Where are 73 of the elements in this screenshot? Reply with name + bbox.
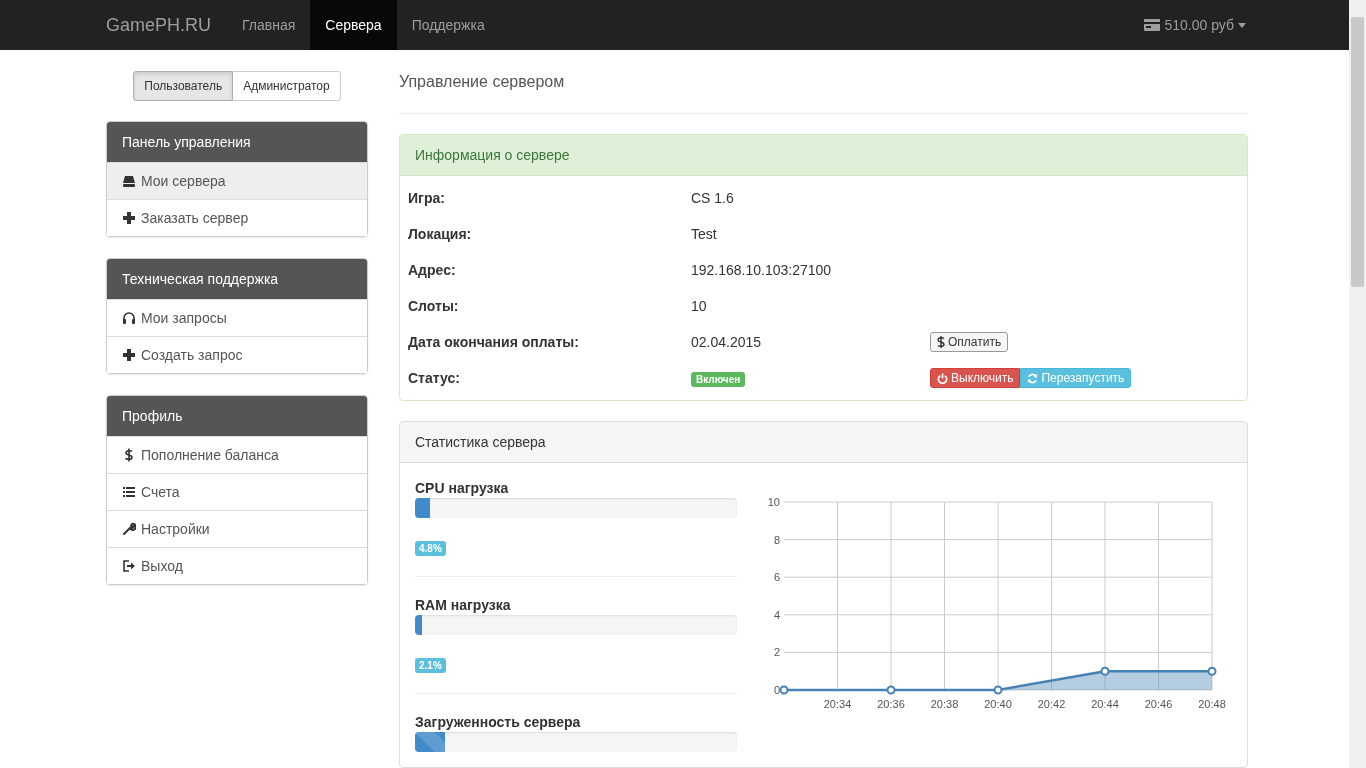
sidebar-item[interactable]: Заказать сервер xyxy=(107,199,367,236)
role-toggle-button[interactable]: Администратор xyxy=(233,71,341,101)
scrollbar[interactable] xyxy=(1349,0,1366,768)
data-point xyxy=(1100,666,1110,676)
plus-icon xyxy=(122,348,136,362)
x-tick-label: 20:48 xyxy=(1198,698,1226,710)
field-label: Локация: xyxy=(408,226,473,242)
y-tick-label: 2 xyxy=(773,646,780,659)
refresh-icon xyxy=(1027,372,1039,384)
meter-label: Загруженность сервера xyxy=(415,714,582,730)
field-label: Дата окончания оплаты: xyxy=(408,334,580,350)
stop-button[interactable]: Выключить xyxy=(930,368,1021,388)
sidebar-item[interactable]: Пополнение баланса xyxy=(107,436,367,473)
field-value: CS 1.6 xyxy=(691,190,734,206)
y-tick-label: 0 xyxy=(773,684,780,696)
data-point xyxy=(1207,666,1217,676)
sidebar-item[interactable]: Счета xyxy=(107,473,367,510)
dollar-icon xyxy=(122,448,136,462)
drive-icon xyxy=(122,174,136,188)
panel-heading: Информация о сервере xyxy=(400,135,1247,176)
caret-icon xyxy=(1238,22,1246,28)
sidebar-item[interactable]: Настройки xyxy=(107,510,367,547)
data-point xyxy=(779,685,789,695)
x-tick-label: 20:46 xyxy=(1144,698,1173,710)
x-tick-label: 20:36 xyxy=(877,698,905,710)
logout-icon xyxy=(122,559,136,573)
x-tick-label: 20:42 xyxy=(1037,698,1066,710)
percent-badge: 4.8% xyxy=(415,541,446,556)
y-tick-label: 4 xyxy=(773,608,780,621)
x-tick-label: 20:38 xyxy=(930,698,959,710)
headphones-icon xyxy=(122,311,136,325)
field-value: 02.04.2015 xyxy=(691,334,762,350)
x-tick-label: 20:34 xyxy=(823,698,852,710)
data-point xyxy=(886,685,896,695)
x-tick-label: 20:44 xyxy=(1091,698,1119,710)
page-title: Управление сервером xyxy=(399,73,1248,114)
plus-icon xyxy=(122,211,136,225)
list-icon xyxy=(122,485,136,499)
pay-button[interactable]: Оплатить xyxy=(930,332,1009,352)
field-value: 192.168.10.103:27100 xyxy=(691,262,832,278)
credit-card-icon xyxy=(1144,19,1161,31)
y-tick-label: 8 xyxy=(773,533,780,546)
nav-link[interactable]: Главная xyxy=(227,0,311,50)
percent-badge: 2.1% xyxy=(415,658,446,673)
status-label: Включен xyxy=(691,372,746,387)
y-tick-label: 10 xyxy=(767,496,780,508)
sidebar-item[interactable]: Выход xyxy=(107,547,367,584)
field-label: Игра: xyxy=(408,190,446,206)
sidebar-item[interactable]: Создать запрос xyxy=(107,336,367,373)
field-label: Статус: xyxy=(408,370,461,386)
sidebar-heading: Панель управления xyxy=(107,122,367,162)
brand-link[interactable]: GamePH.RU xyxy=(106,0,228,50)
power-icon xyxy=(937,372,948,384)
meter-label: CPU нагрузка xyxy=(415,480,510,496)
field-value: 10 xyxy=(691,298,707,314)
sidebar-heading: Профиль xyxy=(107,396,367,436)
sidebar-item[interactable]: Мои сервера xyxy=(107,162,367,199)
x-tick-label: 20:40 xyxy=(984,698,1012,710)
y-tick-label: 6 xyxy=(773,571,780,584)
meter-label: RAM нагрузка xyxy=(415,597,512,613)
nav-link[interactable]: Поддержка xyxy=(396,0,500,50)
field-label: Адрес: xyxy=(408,262,457,278)
data-point xyxy=(993,685,1003,695)
field-label: Слоты: xyxy=(408,298,460,314)
nav-link[interactable]: Сервера xyxy=(310,0,397,50)
panel-heading: Статистика сервера xyxy=(400,422,1247,463)
field-value: Test xyxy=(691,226,717,242)
dollar-icon xyxy=(937,336,945,348)
wrench-icon xyxy=(122,522,136,536)
balance-dropdown[interactable]: 510.00 руб xyxy=(1144,0,1246,50)
sidebar-item[interactable]: Мои запросы xyxy=(107,299,367,336)
sidebar-heading: Техническая поддержка xyxy=(107,259,367,299)
role-toggle-button[interactable]: Пользователь xyxy=(133,71,234,101)
